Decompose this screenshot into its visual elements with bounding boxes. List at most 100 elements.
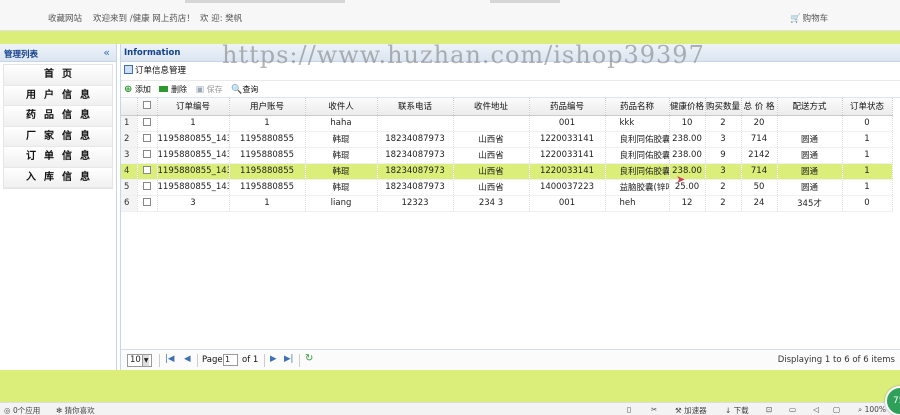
table-cell: 2: [705, 115, 742, 132]
download-button[interactable]: ↓ 下载: [725, 405, 749, 415]
add-label: 添加: [134, 85, 151, 94]
next-page-icon[interactable]: ▶: [270, 354, 277, 364]
query-button[interactable]: 🔍查询: [231, 81, 258, 99]
monitor-icon[interactable]: ▭: [789, 405, 796, 414]
top-header: 收藏网站 欢迎来到 /健康 网上药店！ 欢 迎: 樊帆 🛒 购物车: [0, 0, 900, 31]
select-all-checkbox[interactable]: [137, 98, 158, 116]
column-header[interactable]: 订单编号: [157, 98, 230, 116]
column-header[interactable]: 健康价格: [669, 98, 706, 116]
table-cell: 1220033141: [529, 163, 606, 180]
row-number: 1: [121, 115, 138, 132]
last-page-icon[interactable]: ▶|: [284, 354, 293, 364]
column-header[interactable]: 配送方式: [777, 98, 843, 116]
floppy-icon: ▣: [195, 85, 205, 95]
subpanel-title: 订单信息管理: [135, 66, 187, 76]
window-icon[interactable]: ▢: [833, 405, 840, 414]
column-header[interactable]: 用户账号: [229, 98, 306, 116]
table-cell: 良利同佑胶囊: [605, 131, 670, 148]
table-cell: 9: [705, 147, 742, 164]
table-cell: 圆通: [777, 147, 843, 164]
table-cell: 238.00: [669, 147, 706, 164]
column-header[interactable]: 订单状态: [842, 98, 893, 116]
column-header[interactable]: 药品名称: [605, 98, 670, 116]
favorite-site-link[interactable]: 收藏网站: [48, 12, 82, 24]
refresh-icon[interactable]: ↻: [305, 353, 313, 364]
table-cell: 3: [157, 195, 230, 212]
table-row[interactable]: 1 1 1 haha 001 kkk 10 2 20 0: [121, 115, 893, 132]
table-cell: 2142: [741, 147, 778, 164]
sidebar-item-home[interactable]: 首页: [4, 65, 112, 86]
query-label: 查询: [242, 85, 259, 94]
column-header[interactable]: 联系电话: [377, 98, 454, 116]
sidebar-item-orders[interactable]: 订单信息: [4, 147, 112, 168]
sidebar-item-manufacturers[interactable]: 厂家信息: [4, 126, 112, 147]
sidebar-item-stock-in[interactable]: 入库信息: [4, 167, 112, 188]
sidebar-menu: 首页 用户信息 药品信息 厂家信息 订单信息 入库信息: [3, 64, 113, 189]
cart-link[interactable]: 🛒 购物车: [790, 12, 828, 24]
row-checkbox[interactable]: [137, 115, 158, 132]
screenshot-icon[interactable]: ⊡: [766, 405, 772, 414]
row-checkbox[interactable]: [137, 163, 158, 180]
table-row[interactable]: 4 1195880855_143 1195880855 韩琨 18234087973 山西…: [121, 163, 893, 180]
column-header[interactable]: 购买数量: [705, 98, 742, 116]
row-checkbox[interactable]: [137, 147, 158, 164]
delete-button[interactable]: 删除: [159, 81, 187, 98]
page-icon[interactable]: ▯: [627, 405, 631, 414]
delete-label: 删除: [171, 85, 188, 94]
row-number: 4: [121, 163, 138, 180]
table-cell: kkk: [605, 115, 670, 132]
table-cell: 12323: [377, 195, 454, 212]
apps-status[interactable]: ◎ 0个应用: [4, 405, 40, 415]
collapse-icon[interactable]: «: [103, 46, 110, 59]
chevron-down-icon: ▼: [141, 355, 150, 366]
scissors-icon[interactable]: ✂: [651, 405, 657, 414]
table-row[interactable]: 5 1195880855_143 1195880855 韩琨 18234087973 山西…: [121, 179, 893, 196]
browser-status-bar: ◎ 0个应用 ✻ 猜你喜欢 ▯ ✂ ⚒ 加速器 ↓ 下载 ⊡ ▭ ◁ ▢ ⌕ 1…: [0, 402, 900, 415]
row-checkbox[interactable]: [137, 179, 158, 196]
sidebar-item-users[interactable]: 用户信息: [4, 85, 112, 106]
table-cell: 1: [842, 179, 893, 196]
row-checkbox[interactable]: [137, 131, 158, 148]
recommend-label: 猜你喜欢: [64, 406, 95, 415]
add-button[interactable]: ⊕ 添加: [124, 81, 151, 98]
table-body: 1 1 1 haha 001 kkk 10 2 20 0 2 1195880855_143 119588…: [121, 115, 893, 212]
checkbox-icon: [143, 134, 151, 142]
toolbar: ⊕ 添加 删除 ▣ 保存 🔍查询: [121, 81, 900, 98]
checkbox-icon: [143, 198, 151, 206]
rownum-header: [121, 98, 138, 116]
row-checkbox[interactable]: [137, 195, 158, 212]
table-row[interactable]: 2 1195880855_143 1195880855 韩琨 18234087973 山西…: [121, 131, 893, 148]
window-icon: [124, 65, 133, 74]
column-header[interactable]: 药品编号: [529, 98, 606, 116]
accelerator-button[interactable]: ⚒ 加速器: [675, 405, 707, 415]
page-size-select[interactable]: 10 ▼: [127, 354, 153, 367]
page-number-input[interactable]: 1: [223, 354, 238, 366]
table-cell: 1220033141: [529, 147, 606, 164]
column-header[interactable]: 收件人: [305, 98, 378, 116]
recommend-status[interactable]: ✻ 猜你喜欢: [56, 405, 95, 415]
save-label: 保存: [206, 85, 223, 94]
plus-icon: ⊕: [124, 84, 133, 95]
speaker-icon[interactable]: ◁: [813, 405, 819, 414]
prev-page-icon[interactable]: ◀: [184, 354, 191, 364]
table-cell: 1220033141: [529, 131, 606, 148]
column-header[interactable]: 收件地址: [453, 98, 530, 116]
table-cell: 50: [741, 179, 778, 196]
welcome-text: 欢迎来到 /健康 网上药店！: [93, 14, 195, 24]
bottom-green-strip: [0, 370, 900, 402]
zoom-level[interactable]: ⌕ 100%: [858, 405, 886, 415]
column-header[interactable]: 总 价 格: [741, 98, 778, 116]
table-row[interactable]: 3 1195880855_143 1195880855 韩琨 18234087973 山西…: [121, 147, 893, 164]
row-number: 6: [121, 195, 138, 212]
table-cell: 1: [842, 163, 893, 180]
separator: [299, 354, 300, 367]
table-cell: 0: [842, 195, 893, 212]
table-row[interactable]: 6 3 1 liang 12323 234 3 001 heh 12 2 24 345才 0: [121, 195, 893, 212]
table-cell: liang: [305, 195, 378, 212]
table-cell: 234 3: [453, 195, 530, 212]
sidebar-item-drugs[interactable]: 药品信息: [4, 106, 112, 127]
first-page-icon[interactable]: |◀: [165, 354, 174, 364]
table-cell: 1195880855_143: [157, 163, 230, 180]
save-button[interactable]: ▣ 保存: [196, 81, 223, 99]
table-cell: 山西省: [453, 179, 530, 196]
